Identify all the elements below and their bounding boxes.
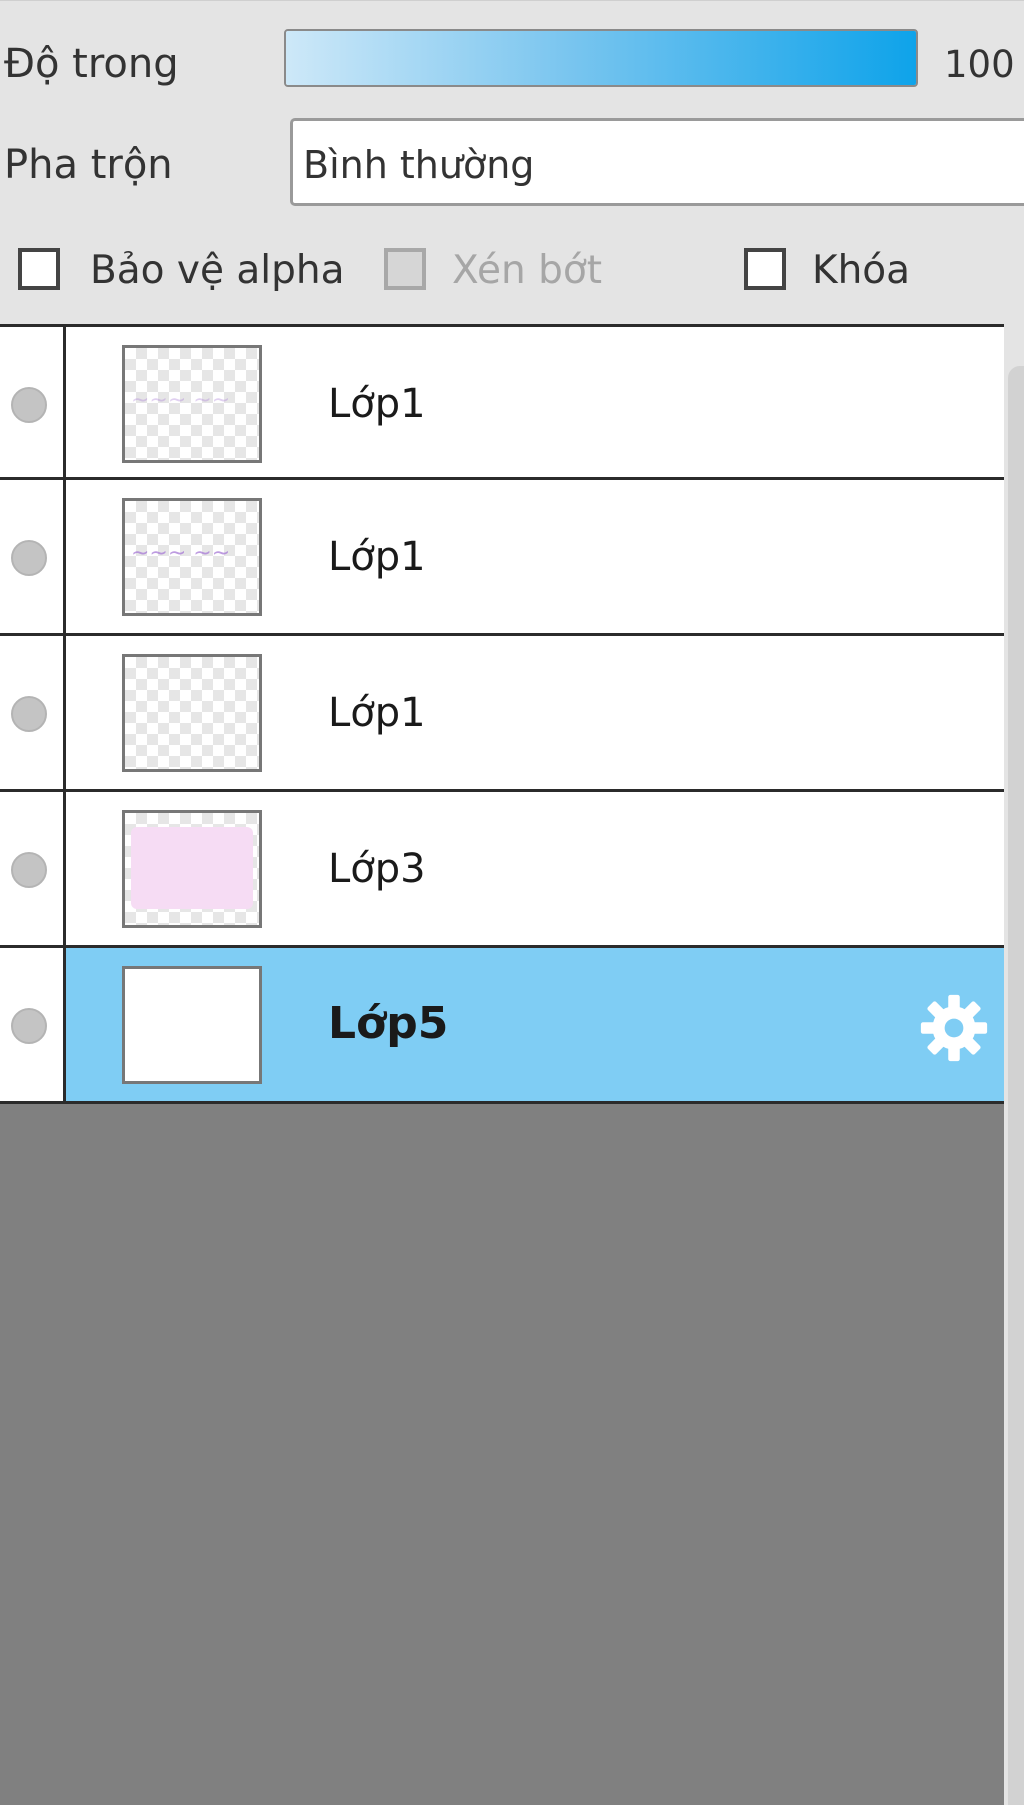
lock-checkbox[interactable]: Khóa: [744, 248, 914, 298]
visibility-dot-icon[interactable]: [11, 852, 47, 888]
lock-label: Khóa: [812, 248, 911, 293]
visibility-column: [0, 480, 66, 633]
layer-name: Lớp5: [328, 998, 449, 1049]
thumbnail-handwriting: ~~~ ~~: [131, 388, 231, 413]
scrollbar-track[interactable]: [1008, 366, 1024, 1805]
layer-thumbnail: [122, 966, 262, 1084]
layer-body[interactable]: Lớp3: [66, 792, 1004, 945]
layer-name: Lớp1: [328, 534, 426, 580]
opacity-slider[interactable]: [284, 29, 918, 87]
visibility-dot-icon[interactable]: [11, 540, 47, 576]
opacity-label: Độ trong: [4, 41, 179, 87]
layer-thumbnail: [122, 654, 262, 772]
thumbnail-handwriting: ~~~ ~~: [131, 541, 231, 566]
layer-name: Lớp1: [328, 690, 426, 736]
visibility-column: [0, 792, 66, 945]
layer-row-selected[interactable]: Lớp5: [0, 948, 1004, 1104]
blend-mode-label: Pha trộn: [4, 142, 173, 188]
layer-row[interactable]: ~~~ ~~ Lớp1: [0, 324, 1004, 480]
layer-name: Lớp3: [328, 846, 426, 892]
visibility-dot-icon[interactable]: [11, 696, 47, 732]
clipping-label: Xén bớt: [452, 248, 602, 293]
blend-mode-value: Bình thường: [303, 143, 535, 187]
layer-thumbnail: ~~~ ~~: [122, 345, 262, 463]
visibility-column: [0, 327, 66, 477]
gear-icon[interactable]: [918, 992, 990, 1064]
thumbnail-pink-fill: [131, 827, 253, 909]
clipping-checkbox-box: [384, 248, 426, 290]
clipping-checkbox: Xén bớt: [384, 248, 624, 298]
protect-alpha-checkbox-box[interactable]: [18, 248, 60, 290]
layer-row[interactable]: Lớp1: [0, 636, 1004, 792]
visibility-column: [0, 636, 66, 789]
scrollbar[interactable]: [1004, 324, 1024, 1805]
opacity-value: 100: [944, 43, 1015, 86]
visibility-dot-icon[interactable]: [11, 387, 47, 423]
lock-checkbox-box[interactable]: [744, 248, 786, 290]
blend-mode-select[interactable]: Bình thường: [290, 118, 1024, 206]
visibility-column: [0, 948, 66, 1101]
protect-alpha-label: Bảo vệ alpha: [90, 248, 345, 293]
protect-alpha-checkbox[interactable]: Bảo vệ alpha: [18, 248, 345, 298]
opacity-slider-fill: [286, 31, 916, 85]
layer-body[interactable]: ~~~ ~~ Lớp1: [66, 480, 1004, 633]
layer-thumbnail: ~~~ ~~: [122, 498, 262, 616]
layer-properties-panel: Độ trong 100 Pha trộn Bình thường Bảo vệ…: [0, 0, 1024, 325]
layer-name: Lớp1: [328, 381, 426, 427]
layer-body[interactable]: Lớp1: [66, 636, 1004, 789]
layer-row[interactable]: Lớp3: [0, 792, 1004, 948]
layer-thumbnail: [122, 810, 262, 928]
layer-row[interactable]: ~~~ ~~ Lớp1: [0, 480, 1004, 636]
layer-list: ~~~ ~~ Lớp1 ~~~ ~~ Lớp1 Lớp1 Lớp3 Lớp5: [0, 324, 1004, 1104]
layer-body[interactable]: ~~~ ~~ Lớp1: [66, 327, 1004, 477]
layer-body[interactable]: Lớp5: [66, 948, 1004, 1101]
visibility-dot-icon[interactable]: [11, 1008, 47, 1044]
